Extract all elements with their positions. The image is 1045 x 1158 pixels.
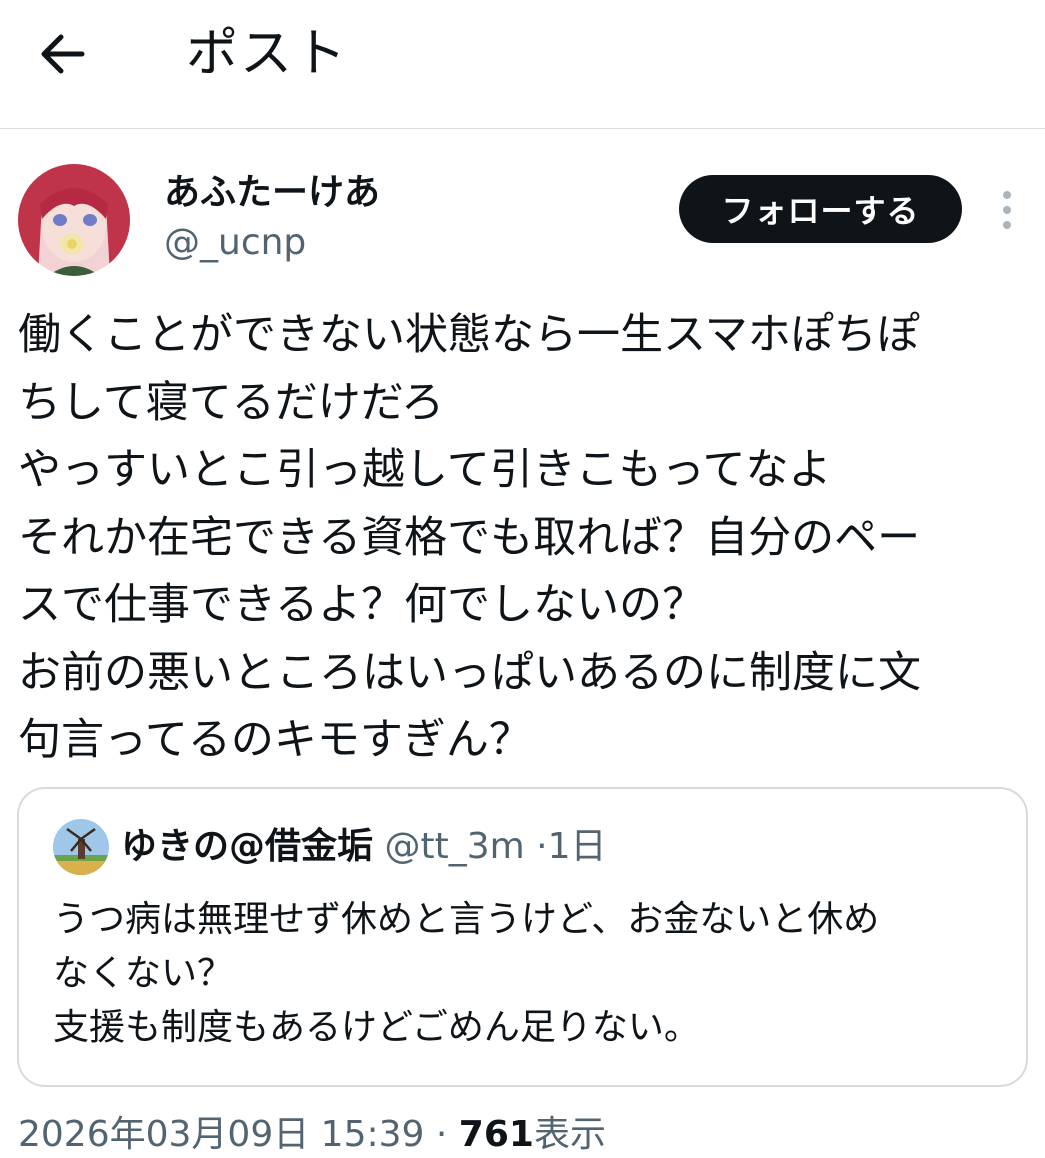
post-text: 働くことができない状態なら一生スマホぽちぽ ちして寝てるだけだろ やっすいとこ引… [18,302,1033,775]
quoted-post-header: ゆきの@借金垢 @tt_3m ·1日 [121,823,606,871]
quoted-text-line: なくない？ [53,953,234,994]
vertical-ellipsis-icon [1003,206,1011,214]
arrow-left-icon [41,34,85,74]
follow-button[interactable]: フォローする [679,175,962,243]
quoted-author-avatar [53,819,109,875]
author-display-name[interactable]: あふたーけあ [164,170,380,216]
post-datetime[interactable]: 2026年03月09日 15:39 [18,1114,424,1155]
vertical-ellipsis-icon [1003,221,1011,229]
quoted-text-line: うつ病は無理せず休めと言うけど、お金ないと休め [53,899,880,940]
post-text-line: ちして寝てるだけだろ [18,377,445,428]
quoted-post-time: 1日 [547,826,607,867]
post-text-line: お前の悪いところはいっぱいあるのに制度に文 [18,647,921,698]
view-count: 761 [458,1114,534,1155]
post-text-line: スで仕事できるよ？何でしないの？ [18,580,706,630]
vertical-ellipsis-icon [1003,191,1011,199]
post-text-line: それか在宅できる資格でも取れば？自分のペー [18,512,921,563]
view-count-label: 表示 [533,1114,606,1155]
post-text-line: 働くことができない状態なら一生スマホぽちぽ [18,310,920,360]
separator-dot: · [435,1114,448,1155]
more-options-button[interactable] [990,186,1024,234]
back-button[interactable] [30,22,94,86]
quoted-author-handle: @tt_3m [384,826,525,867]
post-text-line: やっすいとこ引っ越して引きこもってなよ [18,445,832,495]
author-avatar[interactable] [18,164,130,276]
separator-dot: · [536,826,548,867]
quoted-author-display-name: ゆきの@借金垢 [121,826,374,867]
post-text-line: 句言ってるのキモすぎん？ [18,715,532,765]
page-title: ポスト [186,24,349,84]
top-bar: ポスト [0,0,1045,129]
quoted-text-line: 支援も制度もあるけどごめん足りない。 [53,1007,700,1048]
author-handle[interactable]: @_ucnp [164,220,306,266]
quoted-post-card[interactable]: ゆきの@借金垢 @tt_3m ·1日 うつ病は無理せず休めと言うけど、お金ないと… [17,787,1028,1087]
post-meta: 2026年03月09日 15:39 · 761表示 [18,1112,606,1158]
quoted-post-text: うつ病は無理せず休めと言うけど、お金ないと休め なくない？ 支援も制度もあるけど… [53,893,1013,1055]
